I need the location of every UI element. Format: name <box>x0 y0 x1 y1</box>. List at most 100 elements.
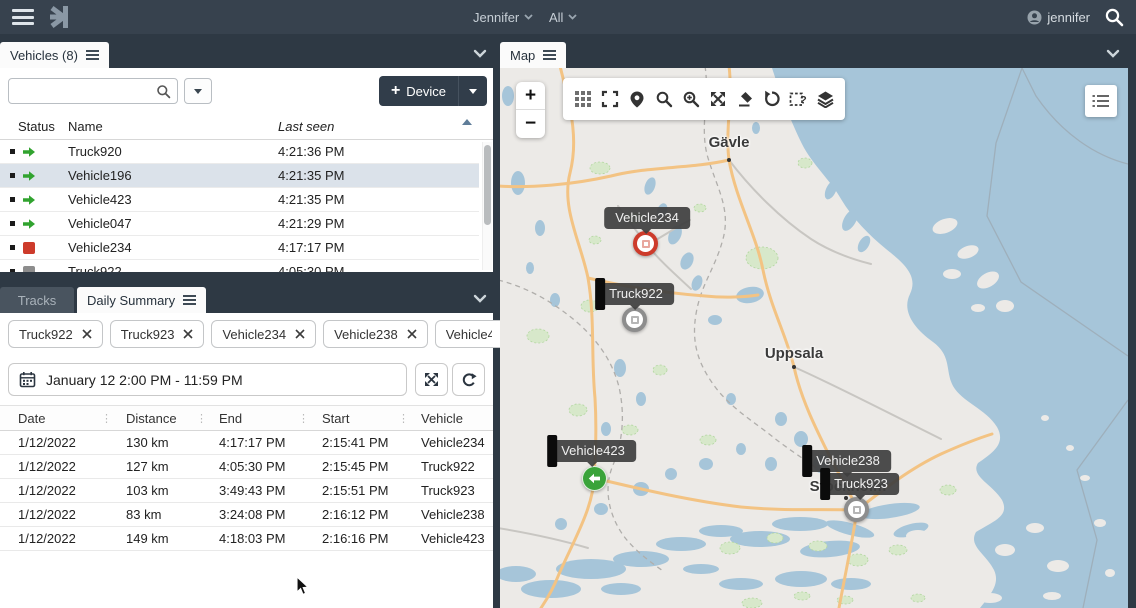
map-legend-button[interactable] <box>1085 85 1117 117</box>
vehicle-row[interactable]: Vehicle047 4:21:29 PM <box>0 212 479 236</box>
col-status[interactable]: Status <box>18 119 55 134</box>
scrollbar-thumb[interactable] <box>484 145 491 225</box>
select-question-icon: ? <box>789 90 808 108</box>
table-row[interactable]: 1/12/2022103 km3:49:43 PM2:15:51 PMTruck… <box>0 479 493 503</box>
map-label-truck922[interactable]: Truck922 <box>598 283 674 305</box>
column-menu-icon[interactable]: ⋮ <box>196 412 207 425</box>
refresh-icon <box>461 372 477 388</box>
date-range-input[interactable]: January 12 2:00 PM - 11:59 PM <box>8 363 407 396</box>
sort-ascending-icon[interactable] <box>462 119 472 125</box>
operator-label: Jennifer <box>473 10 519 25</box>
zoom-in-button[interactable]: + <box>516 82 545 110</box>
vehicle-row[interactable]: Vehicle234 4:17:17 PM <box>0 236 479 260</box>
map-label-vehicle238[interactable]: Vehicle238 <box>805 450 891 472</box>
chip-truck922[interactable]: Truck922 <box>8 320 103 348</box>
map-label-vehicle423[interactable]: Vehicle423 <box>550 440 636 462</box>
search-icon[interactable] <box>1104 7 1124 27</box>
refresh-button[interactable] <box>452 363 485 396</box>
col-name[interactable]: Name <box>68 119 103 134</box>
tracks-collapse-chevron-icon[interactable] <box>473 294 487 304</box>
chip-vehicle234[interactable]: Vehicle234 <box>211 320 316 348</box>
vehicle-name: Vehicle196 <box>68 168 132 183</box>
fit-tracks-button[interactable] <box>415 363 448 396</box>
fit-bounds-button[interactable] <box>596 82 623 116</box>
tab-map[interactable]: Map <box>500 42 566 68</box>
operator-dropdown[interactable]: Jennifer <box>473 0 533 34</box>
identify-area-button[interactable]: ? <box>785 82 812 116</box>
user-menu[interactable]: jennifer <box>1027 0 1090 34</box>
moving-arrow-icon <box>22 169 36 183</box>
eraser-button[interactable] <box>731 82 758 116</box>
cell-vehicle: Vehicle238 <box>421 507 485 522</box>
tab-daily-summary[interactable]: Daily Summary <box>77 287 206 313</box>
tab-tracks[interactable]: Tracks <box>0 287 74 313</box>
map-label-truck923[interactable]: Truck923 <box>823 473 899 495</box>
vehicles-list: Truck920 4:21:36 PM Vehicle196 4:21:35 P… <box>0 140 479 272</box>
grid-view-button[interactable] <box>569 82 596 116</box>
vehicle-filter-chips: Truck922 Truck923 Vehicle234 Vehicle238 … <box>8 320 519 348</box>
vehicle-row[interactable]: Truck922 4:05:30 PM <box>0 260 479 272</box>
scope-dropdown[interactable]: All <box>549 0 577 34</box>
close-icon[interactable] <box>295 329 305 339</box>
column-menu-icon[interactable]: ⋮ <box>298 412 309 425</box>
close-icon[interactable] <box>183 329 193 339</box>
map-panel[interactable]: Gävle Uppsala Stockholm Vehicle234 Truck… <box>500 68 1128 608</box>
cell-end: 3:24:08 PM <box>219 507 286 522</box>
vehicles-panel: + Device Status Name Last seen Truck920 … <box>0 68 493 272</box>
vehicle-last-seen: 4:21:35 PM <box>278 192 345 207</box>
col-last-seen[interactable]: Last seen <box>278 119 334 134</box>
vehicle-search-input[interactable] <box>8 78 178 104</box>
tab-menu-icon[interactable] <box>183 295 196 305</box>
map-collapse-chevron-icon[interactable] <box>1106 49 1120 59</box>
col-start[interactable]: Start <box>322 411 349 426</box>
zoom-out-button[interactable]: − <box>516 110 545 138</box>
row-marker <box>10 221 15 226</box>
plus-icon: + <box>391 83 400 99</box>
moving-arrow-icon <box>22 193 36 207</box>
col-distance[interactable]: Distance <box>126 411 177 426</box>
table-row[interactable]: 1/12/202283 km3:24:08 PM2:16:12 PMVehicl… <box>0 503 493 527</box>
add-pin-button[interactable] <box>623 82 650 116</box>
map-search-button[interactable] <box>650 82 677 116</box>
close-icon[interactable] <box>82 329 92 339</box>
zoom-area-button[interactable] <box>677 82 704 116</box>
table-row[interactable]: 1/12/2022127 km4:05:30 PM2:15:45 PMTruck… <box>0 455 493 479</box>
add-device-dropdown[interactable] <box>458 76 487 106</box>
vehicles-scrollbar[interactable] <box>482 142 492 270</box>
map-label-vehicle234[interactable]: Vehicle234 <box>604 207 690 229</box>
layers-button[interactable] <box>812 82 839 116</box>
vehicle-row-selected[interactable]: Vehicle196 4:21:35 PM <box>0 164 479 188</box>
vehicle-row[interactable]: Vehicle423 4:21:35 PM <box>0 188 479 212</box>
col-date[interactable]: Date <box>18 411 45 426</box>
tab-vehicles-label: Vehicles (8) <box>10 48 78 63</box>
main-menu-icon[interactable] <box>12 9 34 25</box>
chip-truck923[interactable]: Truck923 <box>110 320 205 348</box>
close-icon[interactable] <box>407 329 417 339</box>
column-menu-icon[interactable]: ⋮ <box>398 412 409 425</box>
chip-vehicle238[interactable]: Vehicle238 <box>323 320 428 348</box>
chevron-down-icon <box>568 14 577 20</box>
tab-menu-icon[interactable] <box>86 50 99 60</box>
undo-button[interactable] <box>758 82 785 116</box>
cell-start: 2:16:12 PM <box>322 507 389 522</box>
cell-distance: 103 km <box>126 483 169 498</box>
column-menu-icon[interactable]: ⋮ <box>101 412 112 425</box>
vehicles-collapse-chevron-icon[interactable] <box>473 49 487 59</box>
layers-icon <box>816 90 835 108</box>
add-device-button[interactable]: + Device <box>379 76 458 106</box>
app-logo-icon <box>48 5 72 29</box>
search-filter-dropdown[interactable] <box>184 78 212 104</box>
row-marker <box>10 173 15 178</box>
vehicle-row[interactable]: Truck920 4:21:36 PM <box>0 140 479 164</box>
search-icon <box>156 84 171 99</box>
table-row[interactable]: 1/12/2022149 km4:18:03 PM2:16:16 PMVehic… <box>0 527 493 551</box>
col-end[interactable]: End <box>219 411 242 426</box>
tab-menu-icon[interactable] <box>543 50 556 60</box>
calendar-icon <box>19 371 36 388</box>
col-vehicle[interactable]: Vehicle <box>421 411 463 426</box>
cell-vehicle: Vehicle234 <box>421 435 485 450</box>
table-row[interactable]: 1/12/2022130 km4:17:17 PM2:15:41 PMVehic… <box>0 431 493 455</box>
tab-vehicles[interactable]: Vehicles (8) <box>0 42 109 68</box>
map-canvas[interactable] <box>500 68 1128 608</box>
expand-view-button[interactable] <box>704 82 731 116</box>
